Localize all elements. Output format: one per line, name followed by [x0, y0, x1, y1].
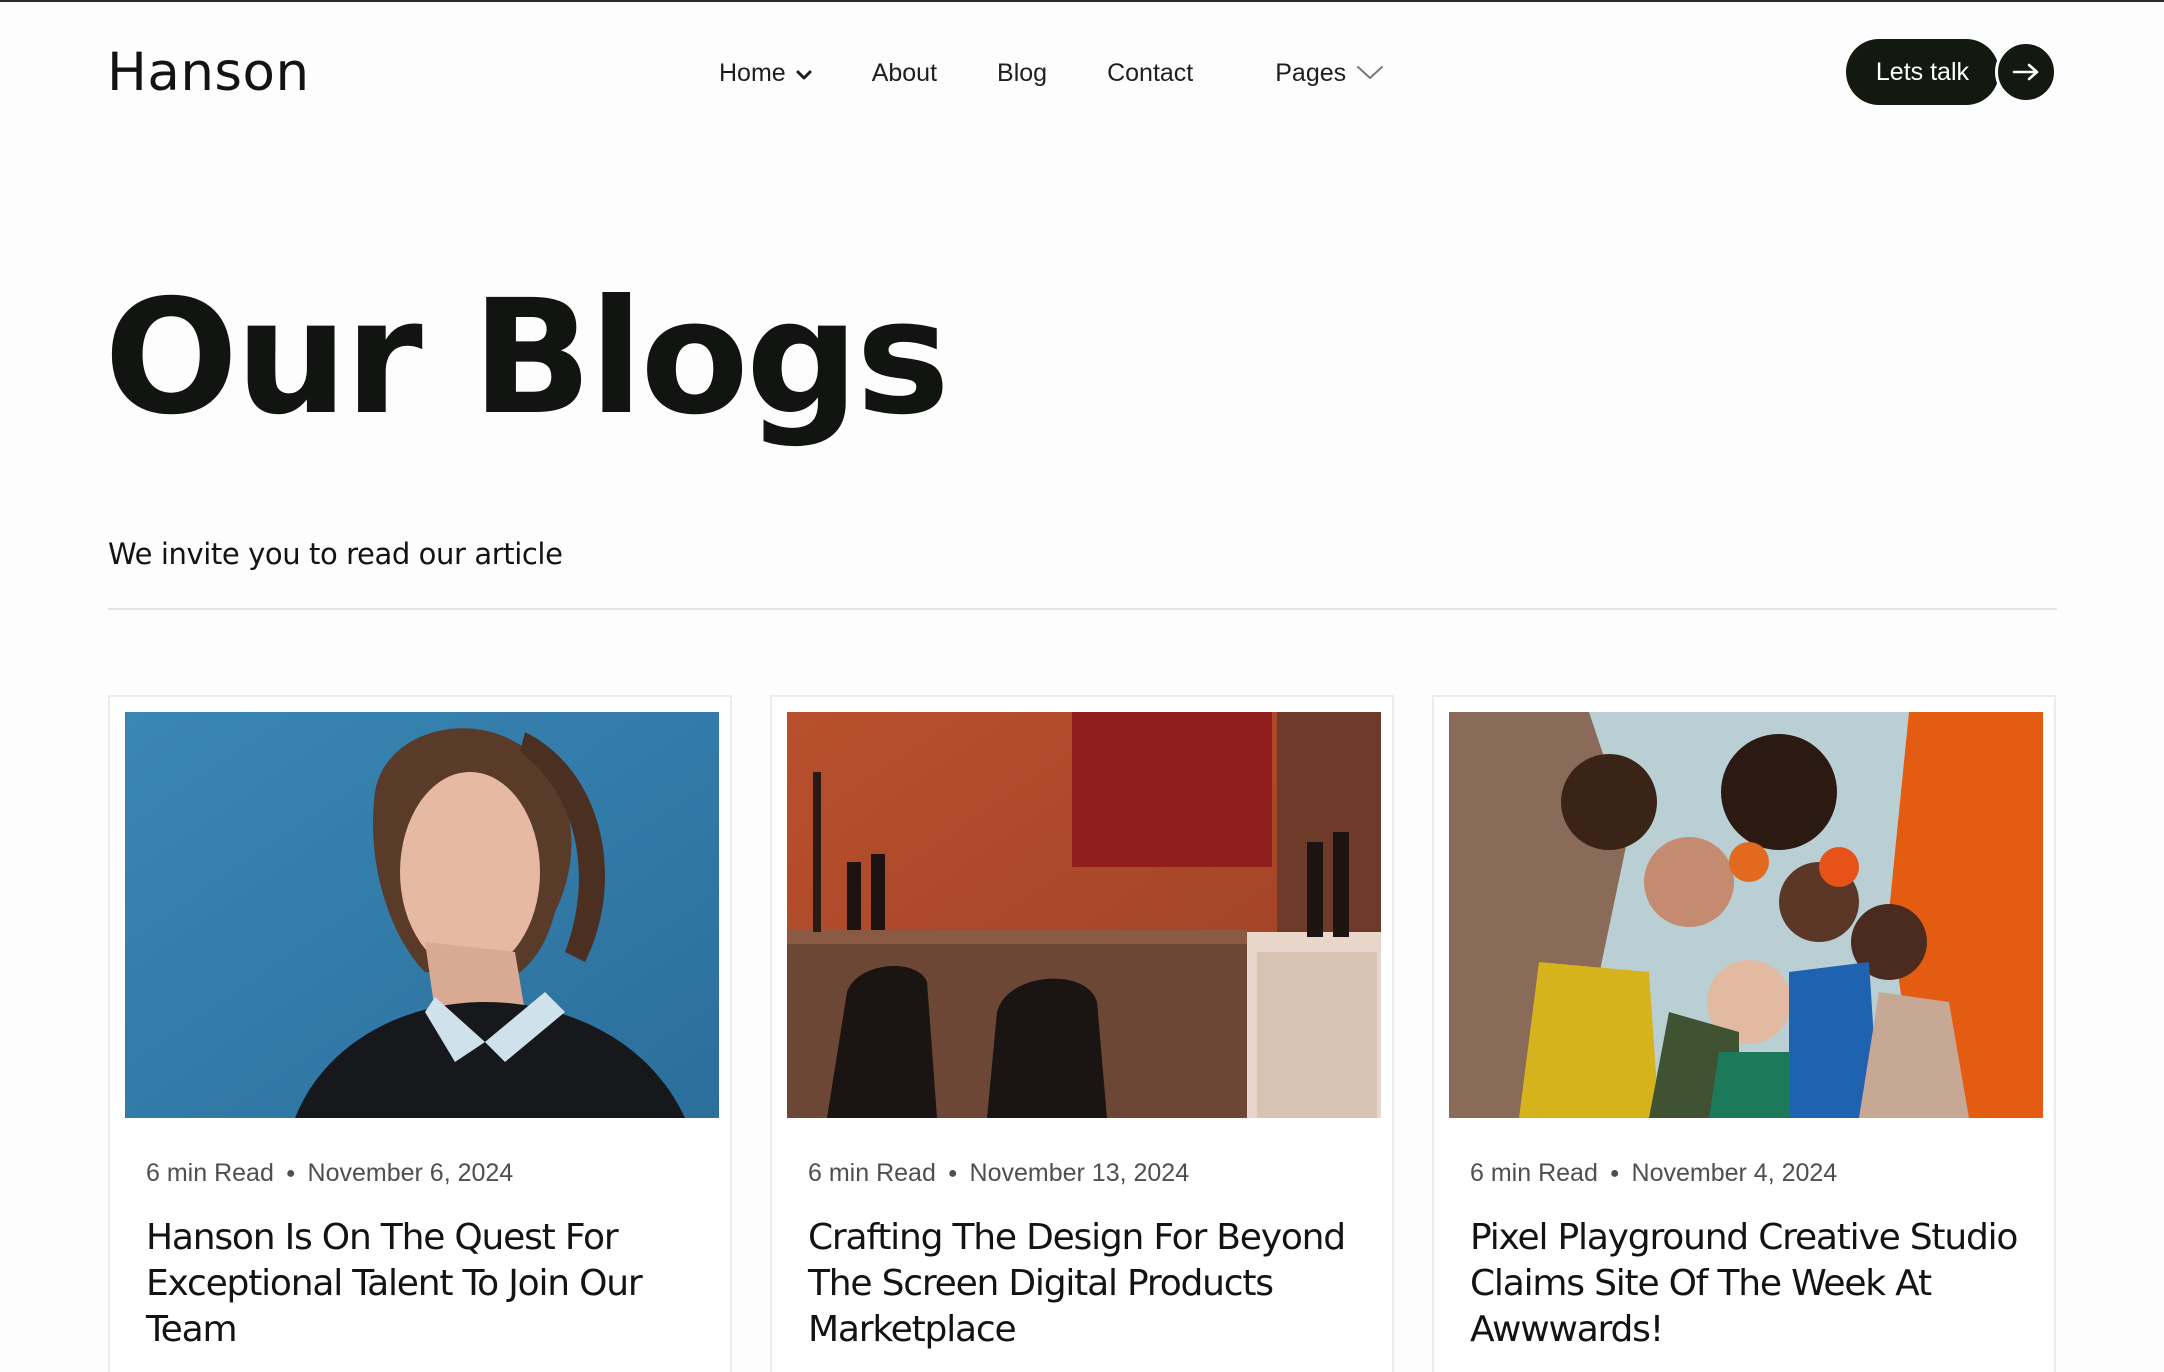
nav-item-label: Blog	[997, 58, 1048, 87]
lets-talk-button[interactable]: Lets talk	[1845, 39, 1999, 105]
nav-item-label: Pages	[1275, 58, 1347, 87]
read-time: 6 min Read	[146, 1159, 274, 1187]
meta-separator: ●	[947, 1164, 958, 1182]
post-date: November 6, 2024	[307, 1159, 514, 1187]
post-date: November 13, 2024	[969, 1159, 1190, 1187]
top-border	[0, 0, 2164, 2]
blog-card[interactable]: 6 min Read ● November 13, 2024 Crafting …	[770, 695, 1394, 1372]
post-date: November 4, 2024	[1631, 1159, 1838, 1187]
divider	[108, 608, 2057, 610]
arrow-right-icon[interactable]	[1995, 41, 2057, 103]
read-time: 6 min Read	[808, 1159, 936, 1187]
blog-card-image[interactable]	[787, 712, 1381, 1118]
blog-card-image[interactable]	[1449, 712, 2043, 1118]
nav-item-label: Contact	[1107, 58, 1194, 87]
chevron-down-icon	[796, 59, 812, 88]
site-header: Hanson Home About Blog Contact Pages Let…	[107, 38, 2057, 108]
blog-card-title[interactable]: Hanson Is On The Quest For Exceptional T…	[146, 1215, 706, 1353]
nav-item-label: Home	[719, 58, 786, 87]
blog-card-title[interactable]: Crafting The Design For Beyond The Scree…	[808, 1215, 1368, 1353]
page-title: Our Blogs	[104, 266, 950, 450]
blog-card[interactable]: 6 min Read ● November 6, 2024 Hanson Is …	[108, 695, 732, 1372]
nav-item-pages[interactable]: Pages	[1275, 59, 1384, 88]
blog-card[interactable]: 6 min Read ● November 4, 2024 Pixel Play…	[1432, 695, 2056, 1372]
nav-item-home[interactable]: Home	[719, 59, 812, 88]
nav-item-label: About	[871, 58, 938, 87]
nav-item-blog[interactable]: Blog	[997, 59, 1047, 88]
logo[interactable]: Hanson	[107, 38, 310, 108]
page: Hanson Home About Blog Contact Pages Let…	[0, 0, 2164, 1372]
blog-card-meta: 6 min Read ● November 6, 2024	[146, 1159, 513, 1188]
page-subtitle: We invite you to read our article	[108, 537, 563, 571]
read-time: 6 min Read	[1470, 1159, 1598, 1187]
main-nav: Home About Blog Contact Pages	[719, 38, 1444, 108]
blog-list: 6 min Read ● November 6, 2024 Hanson Is …	[108, 695, 2058, 1372]
blog-card-meta: 6 min Read ● November 4, 2024	[1470, 1159, 1837, 1188]
chevron-down-icon	[1356, 59, 1384, 88]
meta-separator: ●	[285, 1164, 296, 1182]
blog-card-image[interactable]	[125, 712, 719, 1118]
nav-item-contact[interactable]: Contact	[1107, 59, 1193, 88]
cta-group: Lets talk	[1845, 39, 2057, 105]
blog-card-meta: 6 min Read ● November 13, 2024	[808, 1159, 1189, 1188]
nav-item-about[interactable]: About	[872, 59, 937, 88]
blog-card-title[interactable]: Pixel Playground Creative Studio Claims …	[1470, 1215, 2030, 1353]
meta-separator: ●	[1609, 1164, 1620, 1182]
